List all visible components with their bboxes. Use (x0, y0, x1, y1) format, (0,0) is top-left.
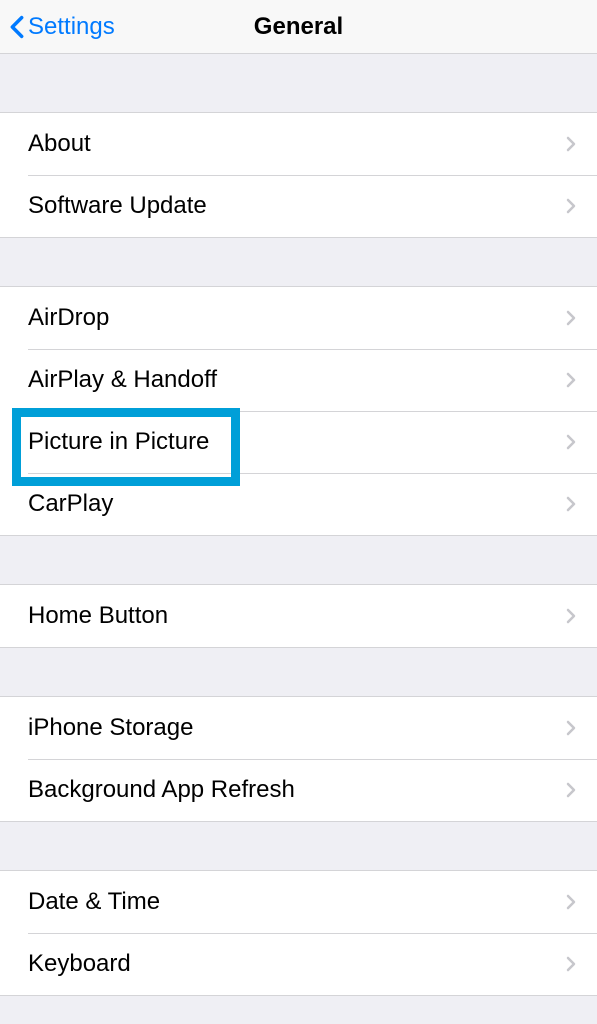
row-airdrop[interactable]: AirDrop (0, 287, 597, 349)
row-date-time[interactable]: Date & Time (0, 871, 597, 933)
group-spacer (0, 54, 597, 112)
chevron-right-icon (565, 433, 577, 451)
row-label: Background App Refresh (28, 776, 565, 804)
row-about[interactable]: About (0, 113, 597, 175)
row-label: AirDrop (28, 304, 565, 332)
settings-group: iPhone Storage Background App Refresh (0, 696, 597, 822)
row-label: Keyboard (28, 950, 565, 978)
row-label: Home Button (28, 602, 565, 630)
row-label: Date & Time (28, 888, 565, 916)
chevron-right-icon (565, 781, 577, 799)
back-label: Settings (28, 13, 115, 41)
row-keyboard[interactable]: Keyboard (0, 933, 597, 995)
row-software-update[interactable]: Software Update (0, 175, 597, 237)
chevron-right-icon (565, 893, 577, 911)
chevron-left-icon (8, 13, 26, 41)
row-carplay[interactable]: CarPlay (0, 473, 597, 535)
row-picture-in-picture[interactable]: Picture in Picture (0, 411, 597, 473)
chevron-right-icon (565, 309, 577, 327)
row-label: Picture in Picture (28, 428, 565, 456)
chevron-right-icon (565, 495, 577, 513)
settings-group: AirDrop AirPlay & Handoff Picture in Pic… (0, 286, 597, 536)
row-background-app-refresh[interactable]: Background App Refresh (0, 759, 597, 821)
group-spacer (0, 648, 597, 696)
settings-content: About Software Update AirDrop AirPlay & … (0, 54, 597, 996)
chevron-right-icon (565, 135, 577, 153)
group-spacer (0, 536, 597, 584)
row-label: iPhone Storage (28, 714, 565, 742)
row-label: About (28, 130, 565, 158)
row-label: CarPlay (28, 490, 565, 518)
settings-group: Home Button (0, 584, 597, 648)
chevron-right-icon (565, 607, 577, 625)
row-airplay-handoff[interactable]: AirPlay & Handoff (0, 349, 597, 411)
nav-bar: Settings General (0, 0, 597, 54)
row-label: Software Update (28, 192, 565, 220)
settings-group: About Software Update (0, 112, 597, 238)
settings-group: Date & Time Keyboard (0, 870, 597, 996)
back-button[interactable]: Settings (0, 13, 115, 41)
group-spacer (0, 238, 597, 286)
chevron-right-icon (565, 371, 577, 389)
chevron-right-icon (565, 197, 577, 215)
row-label: AirPlay & Handoff (28, 366, 565, 394)
chevron-right-icon (565, 719, 577, 737)
row-iphone-storage[interactable]: iPhone Storage (0, 697, 597, 759)
chevron-right-icon (565, 955, 577, 973)
group-spacer (0, 822, 597, 870)
row-home-button[interactable]: Home Button (0, 585, 597, 647)
